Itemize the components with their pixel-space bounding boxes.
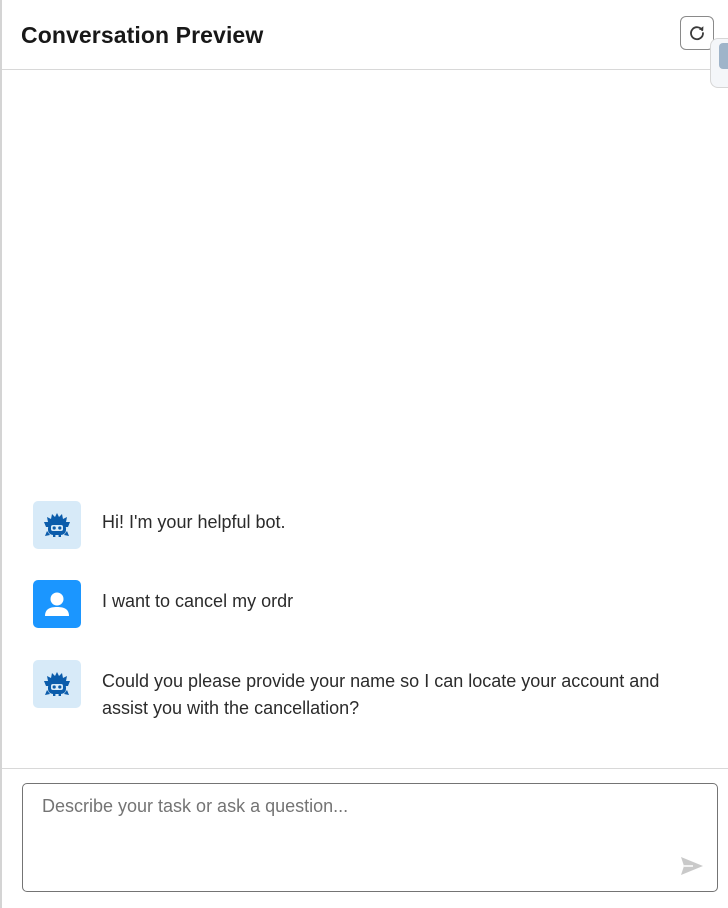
bot-avatar [33,660,81,708]
message-input[interactable] [23,784,717,891]
bot-avatar-icon [44,513,70,537]
message-text: I want to cancel my ordr [102,591,294,611]
message-text: Hi! I'm your helpful bot. [102,512,286,532]
composer-box [22,783,718,892]
bot-avatar-icon [44,672,70,696]
message-text: Could you please provide your name so I … [102,671,660,718]
refresh-button[interactable] [680,16,714,50]
user-avatar [33,580,81,628]
user-avatar-icon [45,592,69,616]
conversation-preview-panel: Conversation Preview Hi! I'm your helpfu… [0,0,728,908]
message-list: Hi! I'm your helpful bot. I want to canc… [2,71,728,768]
send-icon [681,857,703,875]
panel-header: Conversation Preview [2,0,728,70]
refresh-icon [690,26,704,41]
composer-divider [2,768,728,769]
side-panel-toggle-handle [719,43,728,69]
send-button[interactable] [679,855,705,877]
bot-avatar [33,501,81,549]
page-title: Conversation Preview [21,22,264,48]
